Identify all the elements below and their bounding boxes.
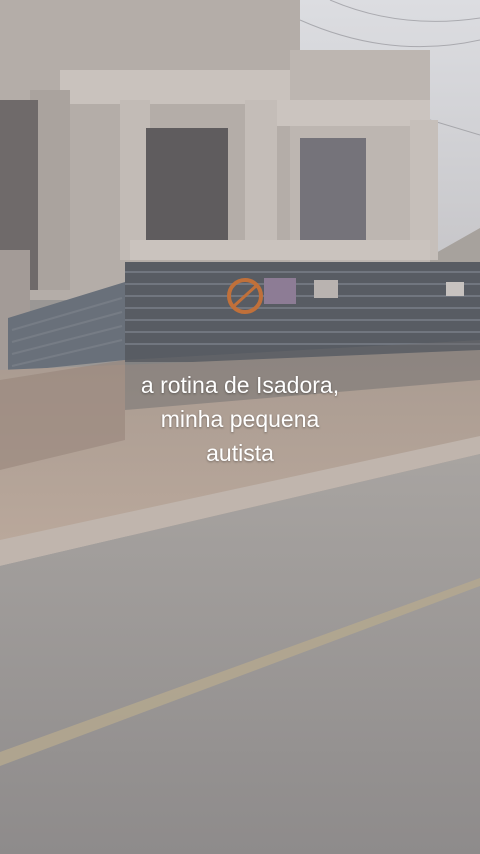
window-opening — [300, 138, 366, 244]
placard — [314, 280, 338, 298]
caption-line: autista — [206, 440, 274, 466]
placard — [264, 278, 296, 304]
caption-line: minha pequena — [160, 406, 320, 432]
caption-line: a rotina de Isadora, — [140, 372, 340, 398]
window-opening — [146, 128, 228, 242]
video-frame: a rotina de Isadora, minha pequena autis… — [0, 0, 480, 854]
placard — [446, 282, 464, 296]
video-caption: a rotina de Isadora, minha pequena autis… — [0, 368, 480, 470]
